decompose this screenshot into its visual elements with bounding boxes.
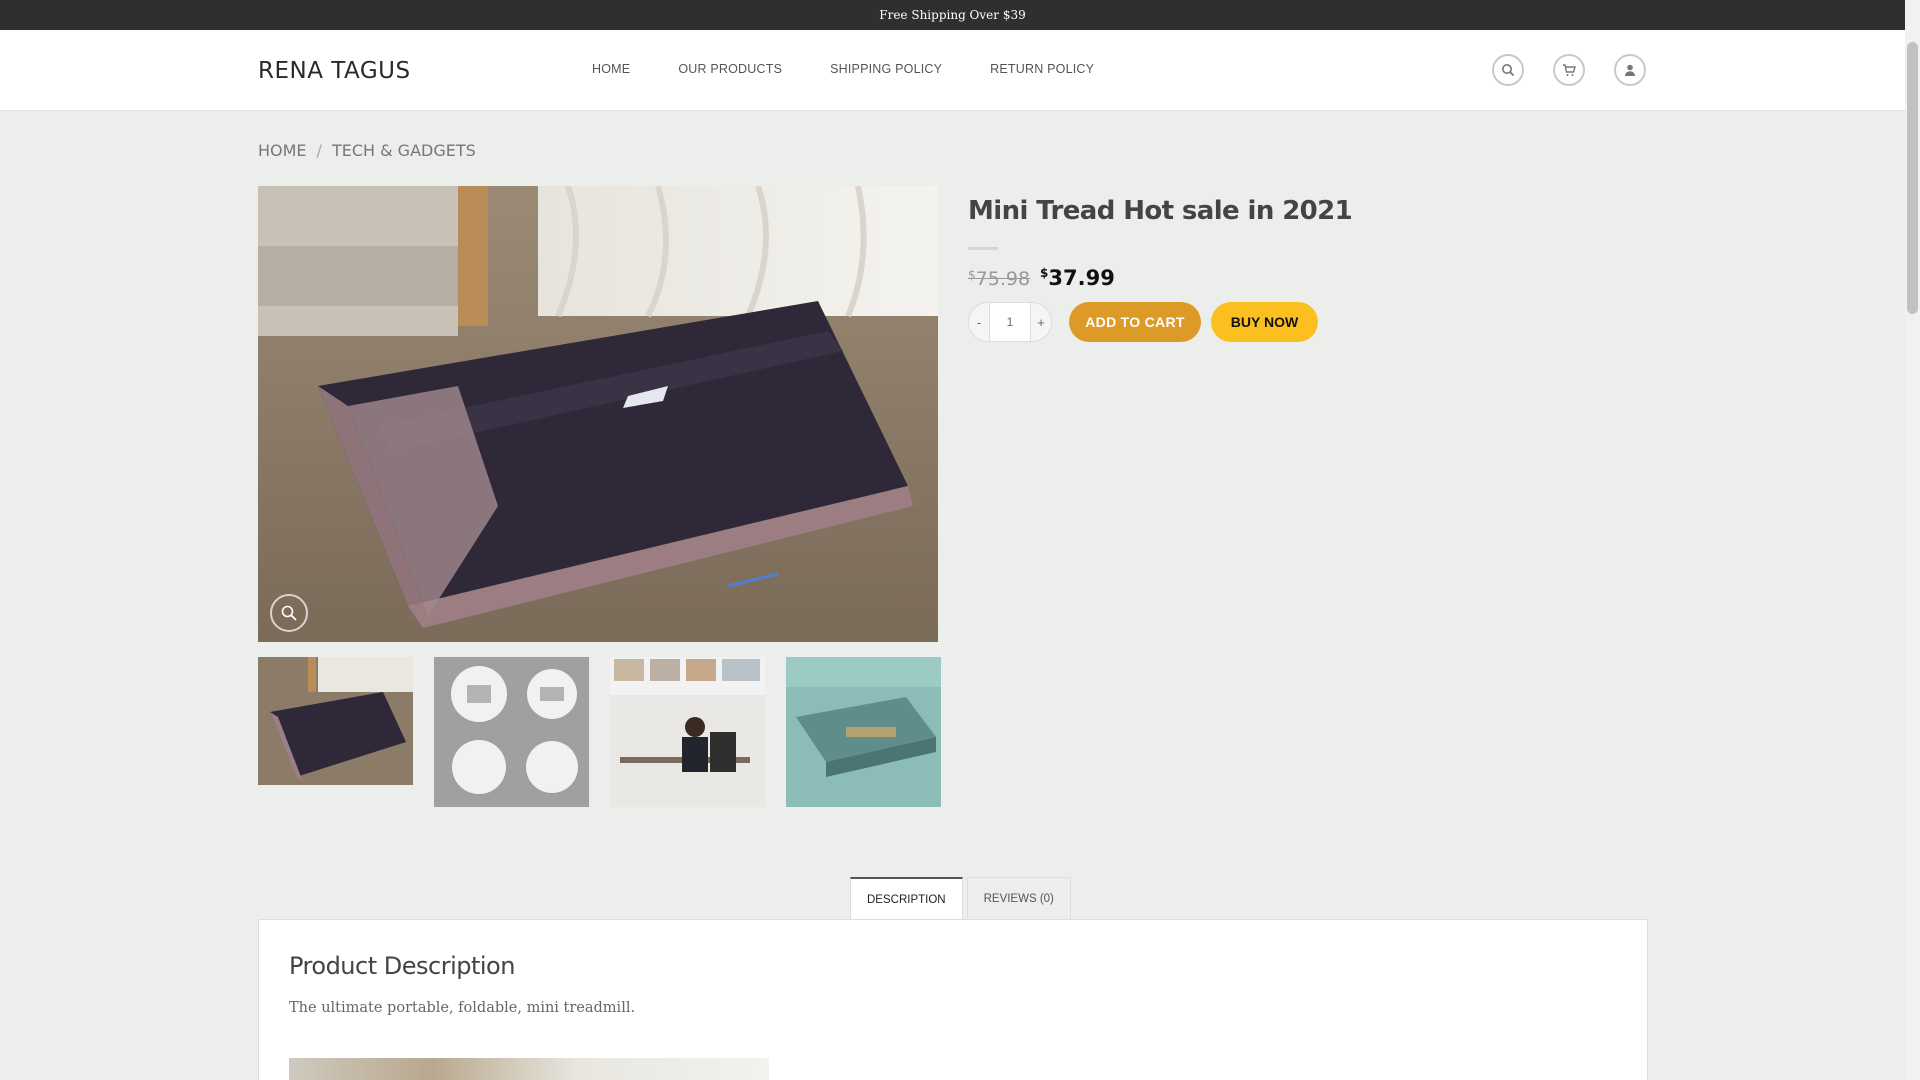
add-to-cart-button[interactable]: ADD TO CART	[1069, 302, 1201, 342]
tab-reviews[interactable]: REVIEWS (0)	[966, 877, 1071, 920]
thumbnail-3[interactable]	[610, 657, 765, 807]
site-header: RENA TAGUS HOME OUR PRODUCTS SHIPPING PO…	[0, 30, 1905, 111]
thumbnail-3-image	[610, 657, 765, 807]
thumbnail-1-image	[258, 657, 413, 785]
thumbnail-2-image	[434, 657, 589, 807]
thumbnail-2[interactable]	[434, 657, 589, 807]
price-block: $75.98 $37.99	[968, 266, 1115, 290]
zoom-icon	[281, 605, 297, 621]
old-price-currency: $	[968, 268, 976, 282]
thumbnail-4[interactable]	[786, 657, 941, 807]
old-price-amount: 75.98	[975, 268, 1031, 290]
description-heading: Product Description	[289, 952, 515, 980]
page-scrollbar[interactable]	[1905, 0, 1920, 1080]
search-icon	[1502, 64, 1515, 77]
quantity-decrease-button[interactable]: -	[968, 302, 990, 342]
breadcrumb-category[interactable]: TECH & GADGETS	[332, 141, 476, 160]
quantity-input[interactable]	[990, 302, 1030, 342]
product-title: Mini Tread Hot sale in 2021	[968, 196, 1353, 226]
promo-text: Free Shipping Over $39	[879, 8, 1026, 22]
treadmill-photo	[258, 186, 938, 642]
quantity-increase-button[interactable]: +	[1030, 302, 1052, 342]
sale-price-amount: 37.99	[1048, 266, 1115, 290]
old-price: $75.98	[968, 268, 1030, 290]
description-panel: Product Description The ultimate portabl…	[258, 919, 1648, 1080]
account-button[interactable]	[1614, 54, 1646, 86]
product-main-image[interactable]	[258, 186, 938, 642]
title-divider	[968, 247, 998, 250]
account-icon	[1625, 64, 1635, 76]
breadcrumb-separator: /	[316, 141, 322, 160]
zoom-button[interactable]	[270, 594, 308, 632]
cart-button[interactable]	[1553, 54, 1585, 86]
nav-our-products[interactable]: OUR PRODUCTS	[678, 62, 782, 76]
quantity-stepper: - +	[968, 302, 1052, 342]
buy-now-button[interactable]: BUY NOW	[1211, 302, 1318, 342]
cart-icon	[1563, 64, 1576, 76]
breadcrumb: HOME / TECH & GADGETS	[258, 141, 476, 160]
nav-home[interactable]: HOME	[592, 62, 630, 76]
search-button[interactable]	[1492, 54, 1524, 86]
thumbnail-4-image	[786, 657, 941, 807]
sale-price: $37.99	[1040, 266, 1115, 290]
site-logo[interactable]: RENA TAGUS	[258, 58, 411, 84]
description-text: The ultimate portable, foldable, mini tr…	[289, 1000, 636, 1016]
nav-shipping-policy[interactable]: SHIPPING POLICY	[830, 62, 942, 76]
promo-bar: Free Shipping Over $39	[0, 0, 1905, 30]
scrollbar-thumb[interactable]	[1907, 42, 1918, 314]
nav-return-policy[interactable]: RETURN POLICY	[990, 62, 1094, 76]
main-nav: HOME OUR PRODUCTS SHIPPING POLICY RETURN…	[592, 62, 1142, 76]
description-image	[289, 1058, 769, 1080]
tab-description[interactable]: DESCRIPTION	[850, 877, 963, 921]
thumbnail-1[interactable]	[258, 657, 413, 807]
breadcrumb-home[interactable]: HOME	[258, 141, 307, 160]
thumbnail-strip	[258, 657, 941, 807]
product-tabs: DESCRIPTION REVIEWS (0)	[850, 877, 1071, 921]
